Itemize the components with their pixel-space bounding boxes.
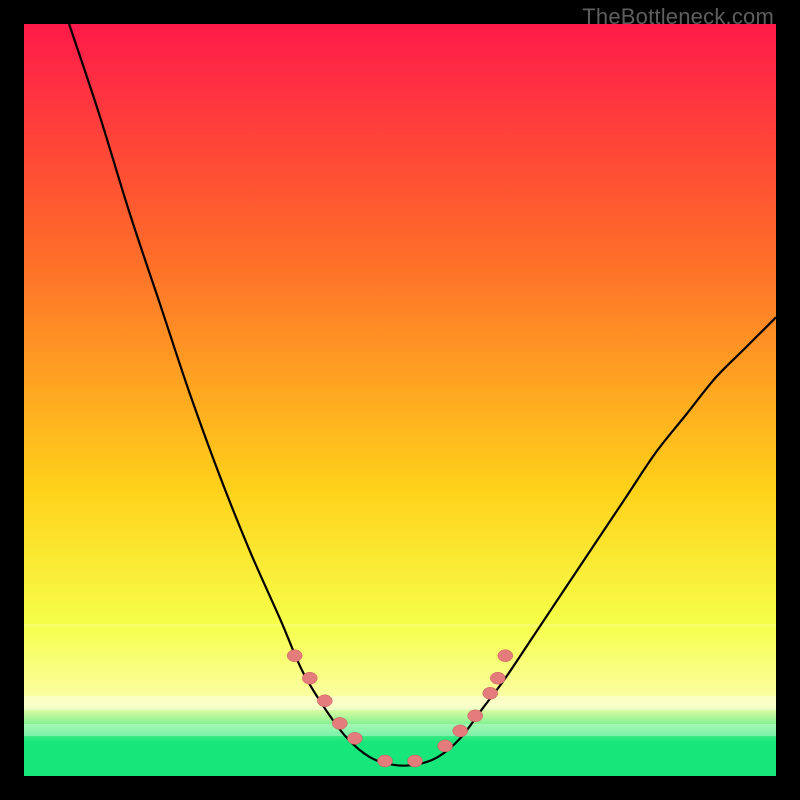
curve-marker (287, 650, 302, 662)
bottleneck-curve (69, 24, 776, 766)
curve-marker (498, 650, 513, 662)
curve-marker (332, 717, 347, 729)
curve-markers (287, 650, 513, 767)
curve-layer (24, 24, 776, 776)
curve-marker (468, 710, 483, 722)
curve-marker (302, 672, 317, 684)
curve-marker (483, 687, 498, 699)
plot-area (24, 24, 776, 776)
watermark-text: TheBottleneck.com (582, 4, 774, 30)
curve-marker (438, 740, 453, 752)
curve-marker (347, 732, 362, 744)
curve-marker (378, 755, 393, 767)
curve-marker (408, 755, 423, 767)
chart-frame: TheBottleneck.com (0, 0, 800, 800)
curve-marker (317, 695, 332, 707)
curve-marker (453, 725, 468, 737)
curve-marker (490, 672, 505, 684)
